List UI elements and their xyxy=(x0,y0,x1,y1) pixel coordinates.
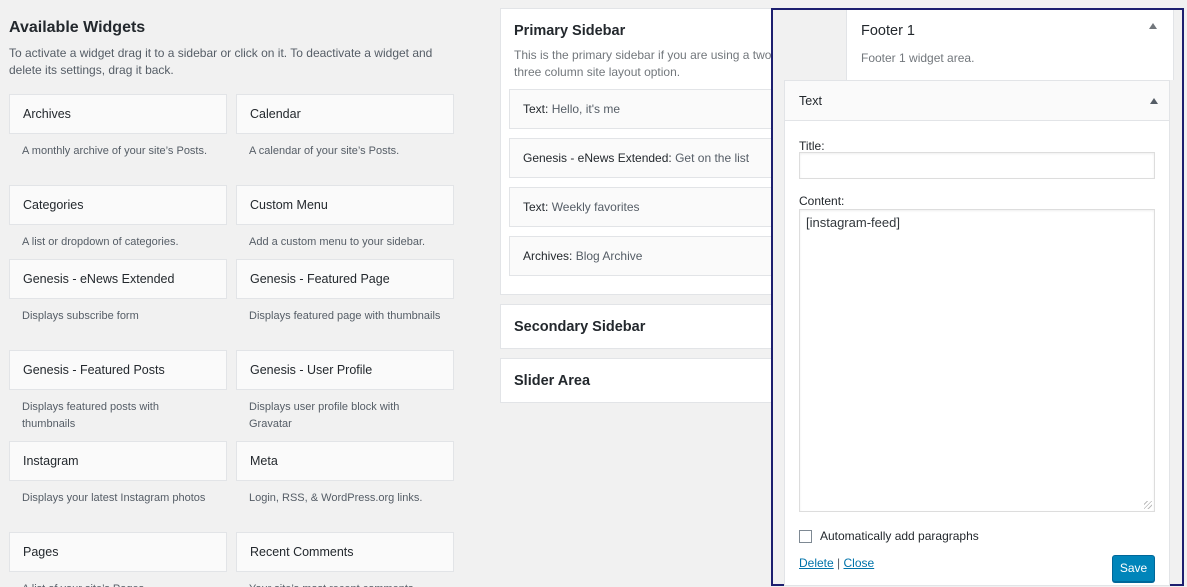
available-widget[interactable]: Genesis - User Profile Displays user prof… xyxy=(236,350,454,433)
footer-1-panel-highlight: Footer 1 Footer 1 widget area. Text Titl… xyxy=(771,8,1184,586)
available-widget[interactable]: Archives A monthly archive of your site’s… xyxy=(9,94,227,160)
auto-paragraphs-checkbox[interactable] xyxy=(799,529,812,543)
available-widget-title[interactable]: Genesis - Featured Page xyxy=(236,259,454,299)
available-widget-title[interactable]: Recent Comments xyxy=(236,532,454,572)
delete-link[interactable]: Delete xyxy=(799,556,834,570)
available-widget-title[interactable]: Archives xyxy=(9,94,227,134)
available-widget-title[interactable]: Instagram xyxy=(9,441,227,481)
available-widget-description: A list or dropdown of categories. xyxy=(22,236,179,248)
footer-1-sidebar[interactable]: Footer 1 Footer 1 widget area. xyxy=(846,10,1174,80)
available-widget[interactable]: Genesis - eNews Extended Displays subscri… xyxy=(9,259,227,325)
sidebar-widget-type: Text: xyxy=(523,102,549,116)
available-widget-description: Displays your latest Instagram photos xyxy=(22,492,206,504)
available-widget[interactable]: Calendar A calendar of your site’s Posts. xyxy=(236,94,454,160)
available-widget-title[interactable]: Calendar xyxy=(236,94,454,134)
text-widget-header[interactable]: Text xyxy=(785,81,1169,121)
available-widget[interactable]: Recent CommentsYour site’s most recent c… xyxy=(236,532,454,587)
resize-handle-icon[interactable] xyxy=(1144,501,1152,509)
available-widget-description: Displays user profile block with Gravata… xyxy=(249,401,400,430)
available-widget-description: A list of your site’s Pages. xyxy=(9,572,227,587)
text-widget-editor: Text Title: Content: [instagram-feed] Au… xyxy=(784,80,1170,586)
title-input[interactable] xyxy=(799,152,1155,179)
widget-control-actions: Delete | Close xyxy=(799,556,874,570)
available-widget-title[interactable]: Pages xyxy=(9,532,227,572)
actions-separator: | xyxy=(837,556,841,570)
available-widget-description: Displays subscribe form xyxy=(22,310,139,322)
content-text: [instagram-feed] xyxy=(806,215,900,230)
sidebar-widget-instance-title: Weekly favorites xyxy=(551,200,640,214)
footer-1-title: Footer 1 xyxy=(861,23,915,39)
available-widget[interactable]: Instagram Displays your latest Instagram … xyxy=(9,441,227,507)
primary-sidebar-title: Primary Sidebar xyxy=(514,23,626,39)
available-widget[interactable]: Categories A list or dropdown of categori… xyxy=(9,185,227,251)
sidebar-widget-instance-title: Get on the list xyxy=(675,151,750,165)
auto-paragraphs-option[interactable]: Automatically add paragraphs xyxy=(799,529,979,543)
close-link[interactable]: Close xyxy=(844,556,875,570)
sidebar-widget-type: Genesis - eNews Extended: xyxy=(523,151,672,165)
sidebar-widget-type: Archives: xyxy=(523,249,573,263)
available-widget-title[interactable]: Genesis - Featured Posts xyxy=(9,350,227,390)
available-widget[interactable]: Genesis - Featured Page Displays featured… xyxy=(236,259,454,325)
footer-1-description: Footer 1 widget area. xyxy=(861,51,975,65)
available-widget-title[interactable]: Genesis - eNews Extended xyxy=(9,259,227,299)
available-widget-description: A monthly archive of your site’s Posts. xyxy=(22,145,208,157)
text-widget-header-label: Text xyxy=(799,94,822,108)
available-widget-title[interactable]: Custom Menu xyxy=(236,185,454,225)
available-widget[interactable]: Custom Menu Add a custom menu to your sid… xyxy=(236,185,454,251)
available-widget[interactable]: PagesA list of your site’s Pages. xyxy=(9,532,227,587)
content-textarea[interactable]: [instagram-feed] xyxy=(799,209,1155,512)
available-widget-title[interactable]: Categories xyxy=(9,185,227,225)
slider-area-title: Slider Area xyxy=(514,373,591,389)
auto-paragraphs-label: Automatically add paragraphs xyxy=(820,529,979,543)
available-widget-description: Add a custom menu to your sidebar. xyxy=(249,236,426,248)
available-widget-description: Displays featured posts with thumbnails xyxy=(22,401,159,430)
available-widget[interactable]: Meta Login, RSS, & WordPress.org links. xyxy=(236,441,454,507)
collapse-arrow-icon[interactable] xyxy=(1150,98,1158,104)
title-label: Title: xyxy=(799,139,825,153)
available-widgets-title: Available Widgets xyxy=(9,19,146,36)
sidebar-widget-instance-title: Blog Archive xyxy=(575,249,643,263)
available-widget-description: Displays featured page with thumbnails xyxy=(249,310,441,322)
available-widget-title[interactable]: Genesis - User Profile xyxy=(236,350,454,390)
available-widget[interactable]: Genesis - Featured Posts Displays feature… xyxy=(9,350,227,433)
collapse-arrow-icon[interactable] xyxy=(1149,23,1157,29)
sidebar-widget-type: Text: xyxy=(523,200,549,214)
content-label: Content: xyxy=(799,194,845,208)
secondary-sidebar-title: Secondary Sidebar xyxy=(514,319,646,335)
available-widget-description: Your site’s most recent comments. xyxy=(236,572,454,587)
sidebar-widget-instance-title: Hello, it's me xyxy=(551,102,620,116)
available-widget-title[interactable]: Meta xyxy=(236,441,454,481)
available-widget-description: Login, RSS, & WordPress.org links. xyxy=(249,492,423,504)
save-button[interactable]: Save xyxy=(1112,555,1155,582)
available-widget-description: A calendar of your site’s Posts. xyxy=(249,145,400,157)
available-widgets-description: To activate a widget drag it to a sideba… xyxy=(9,46,433,77)
